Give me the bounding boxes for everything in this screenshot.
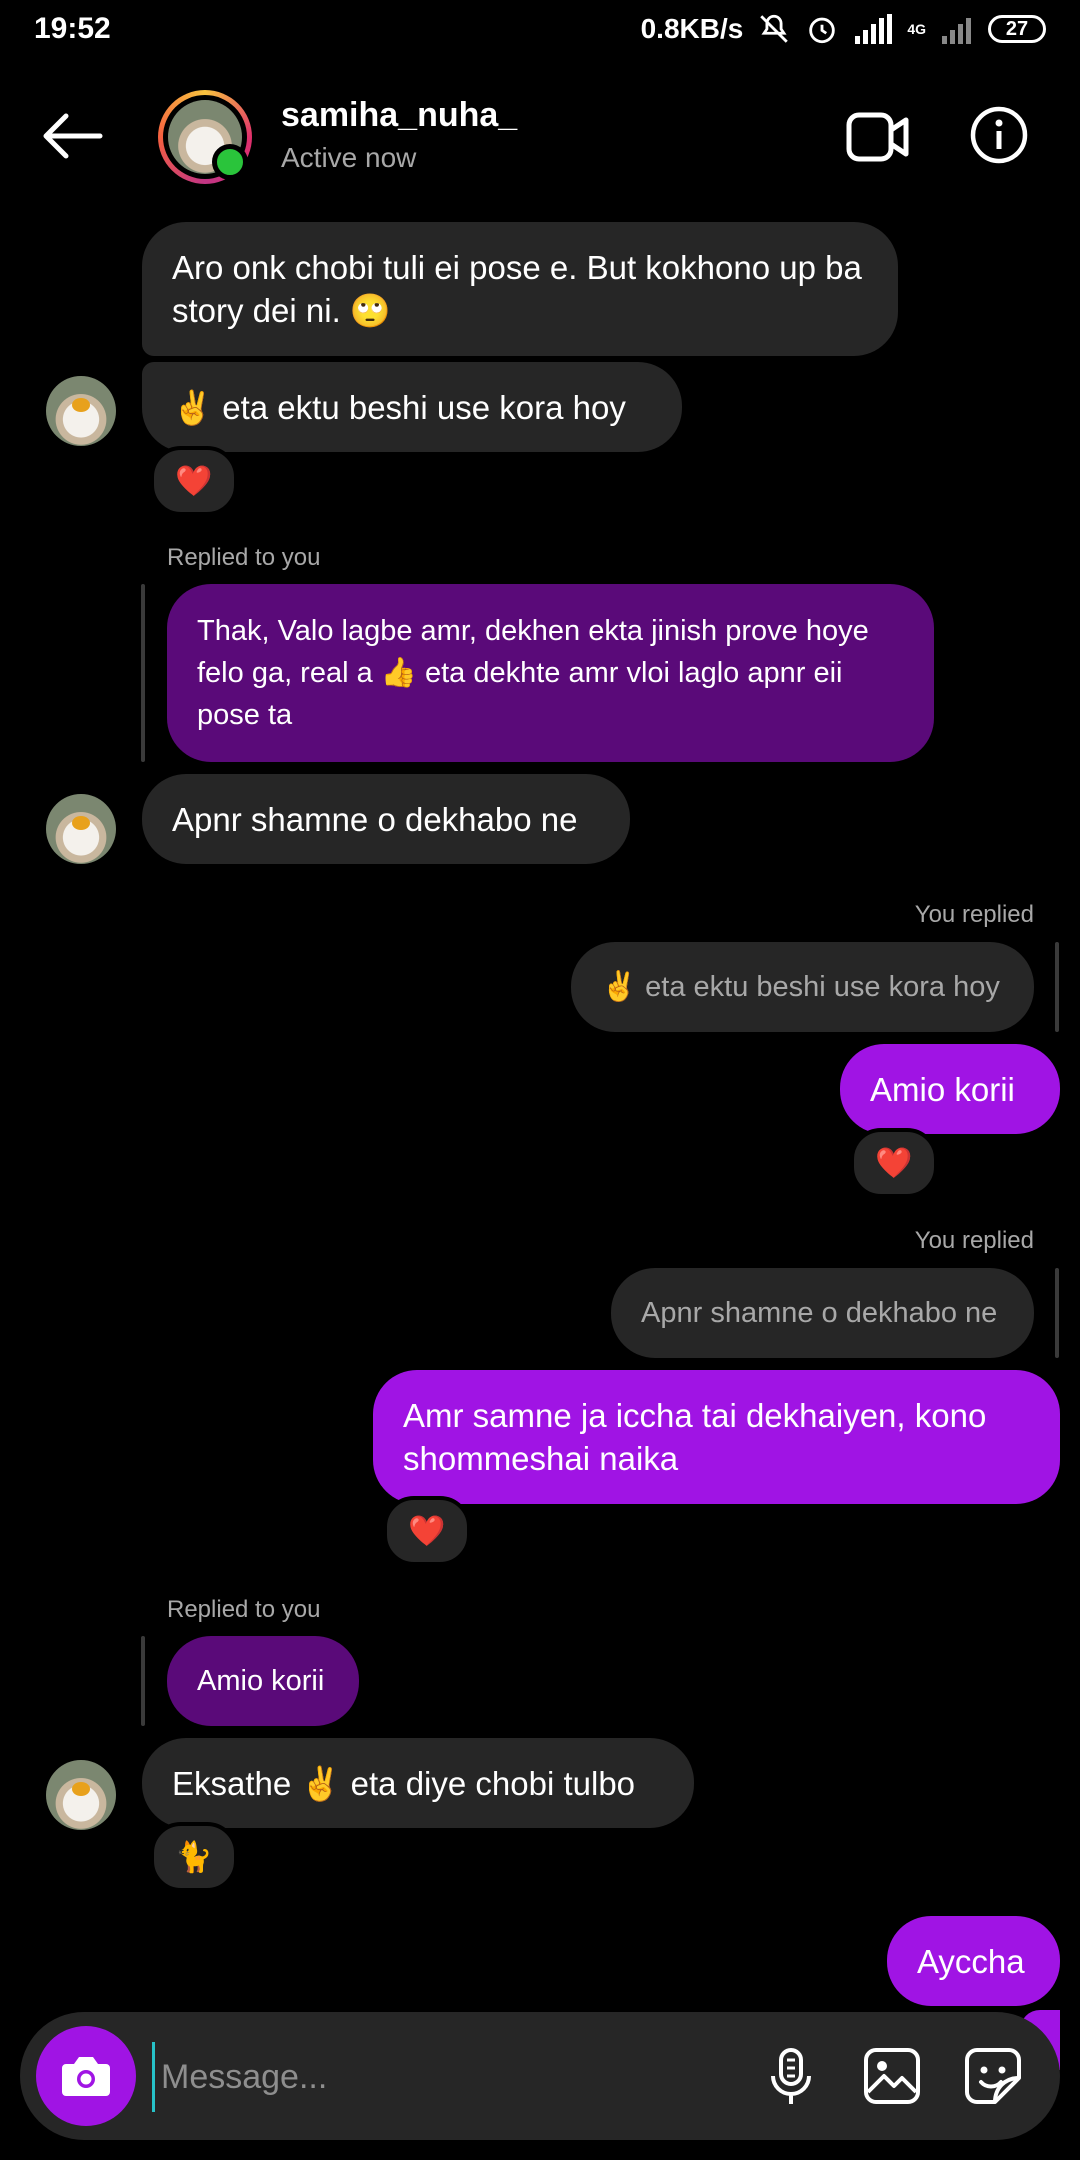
network-type: 4G xyxy=(907,21,926,37)
status-time: 19:52 xyxy=(34,12,111,45)
reply-label: You replied xyxy=(914,901,1034,928)
video-call-icon[interactable] xyxy=(846,110,910,164)
message-outgoing[interactable]: Amr samne ja iccha tai dekhaiyen, kono s… xyxy=(373,1370,1060,1504)
reaction-heart[interactable]: ❤️ xyxy=(383,1496,471,1566)
sender-avatar[interactable] xyxy=(46,1760,116,1830)
gallery-icon[interactable] xyxy=(858,2042,926,2110)
message-incoming[interactable]: ✌️ eta ektu beshi use kora hoy xyxy=(142,362,682,452)
quoted-message[interactable]: Amio korii xyxy=(167,1636,359,1726)
reply-label: You replied xyxy=(914,1227,1034,1254)
camera-icon xyxy=(62,2057,110,2096)
alarm-icon xyxy=(809,17,836,44)
mute-icon xyxy=(760,14,789,43)
signal-2-icon xyxy=(942,18,971,44)
message-incoming[interactable]: Apnr shamne o dekhabo ne xyxy=(142,774,630,864)
chat-header: samiha_nuha_ Active now xyxy=(0,62,1080,212)
microphone-icon[interactable] xyxy=(757,2042,825,2110)
reaction-cat[interactable]: 🐈 xyxy=(150,1822,238,1892)
net-speed: 0.8KB/s xyxy=(640,13,744,44)
status-icons: 0.8KB/s 4G 27 xyxy=(641,12,1046,46)
message-incoming[interactable]: Aro onk chobi tuli ei pose e. But kokhon… xyxy=(142,222,898,356)
reply-label: Replied to you xyxy=(167,1596,321,1623)
message-incoming[interactable]: Eksathe ✌️ eta diye chobi tulbo xyxy=(142,1738,694,1828)
quoted-message[interactable]: Thak, Valo lagbe amr, dekhen ekta jinish… xyxy=(167,584,934,762)
sender-avatar[interactable] xyxy=(46,794,116,864)
quote-bar xyxy=(141,1636,145,1726)
reaction-heart[interactable]: ❤️ xyxy=(850,1128,938,1198)
message-input[interactable] xyxy=(152,2042,723,2112)
info-icon[interactable] xyxy=(970,106,1028,164)
status-bar: 19:52 0.8KB/s 4G 27 xyxy=(0,0,1080,62)
back-arrow-icon[interactable] xyxy=(40,112,104,160)
quote-bar xyxy=(141,584,145,762)
signal-icon xyxy=(855,14,893,44)
reply-label: Replied to you xyxy=(167,544,321,571)
camera-button[interactable] xyxy=(36,2026,136,2126)
sender-avatar[interactable] xyxy=(46,376,116,446)
message-outgoing[interactable]: Amio korii xyxy=(840,1044,1060,1134)
quoted-message[interactable]: ✌️ eta ektu beshi use kora hoy xyxy=(571,942,1034,1032)
online-indicator xyxy=(212,144,248,180)
chat-active-status: Active now xyxy=(281,142,417,173)
quote-bar xyxy=(1055,942,1059,1032)
quote-bar xyxy=(1055,1268,1059,1358)
message-outgoing[interactable]: Ayccha xyxy=(887,1916,1060,2006)
battery-icon: 27 xyxy=(988,15,1046,43)
message-composer xyxy=(20,2012,1060,2140)
chat-username[interactable]: samiha_nuha_ xyxy=(281,96,517,135)
reaction-heart[interactable]: ❤️ xyxy=(150,446,238,516)
quoted-message[interactable]: Apnr shamne o dekhabo ne xyxy=(611,1268,1034,1358)
sticker-icon[interactable] xyxy=(959,2042,1027,2110)
